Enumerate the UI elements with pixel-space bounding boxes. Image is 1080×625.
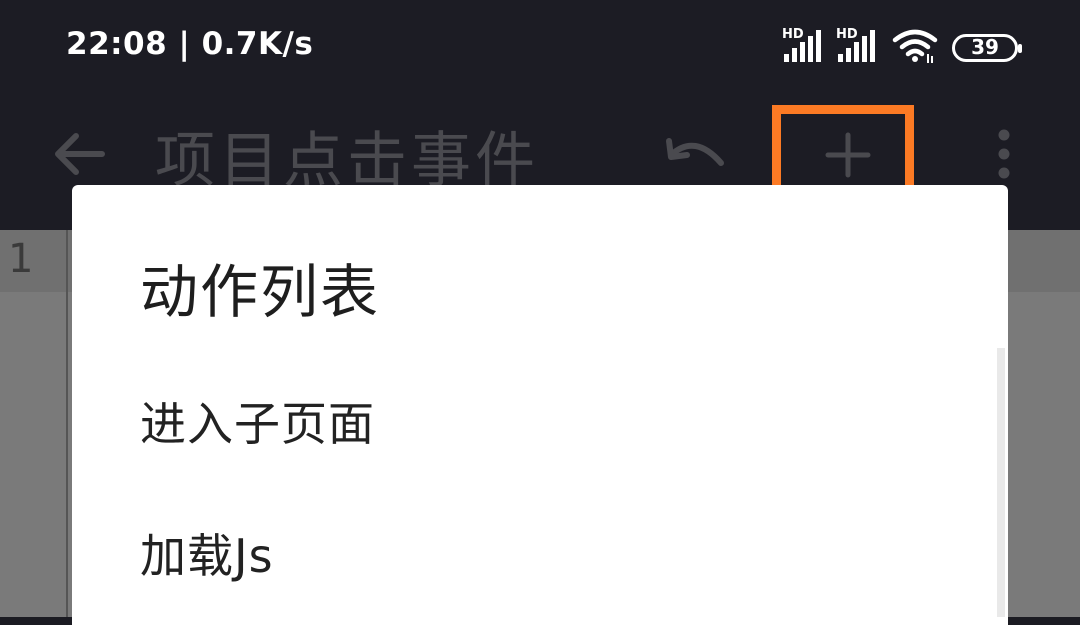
- menu-item-enter-subpage[interactable]: 进入子页面: [140, 388, 375, 454]
- battery-level: 39: [971, 35, 999, 59]
- plus-icon[interactable]: [818, 125, 878, 185]
- dialog-scrollbar[interactable]: [997, 348, 1005, 617]
- menu-item-load-js[interactable]: 加载Js: [140, 520, 274, 586]
- status-time-speed: 22:08 | 0.7K/s: [66, 26, 314, 62]
- back-arrow-icon[interactable]: [50, 130, 106, 178]
- status-bar: 22:08 | 0.7K/s HD HD 39: [0, 0, 1080, 95]
- line-number: 1: [8, 236, 34, 282]
- signal-icon: HD: [782, 28, 826, 62]
- undo-icon[interactable]: [665, 133, 727, 175]
- wifi-icon: [892, 29, 938, 63]
- more-vert-icon[interactable]: [995, 128, 1013, 180]
- battery-icon: 39: [952, 34, 1022, 62]
- dialog-title: 动作列表: [140, 258, 381, 326]
- signal-icon: HD: [836, 28, 880, 62]
- action-list-dialog: 动作列表 进入子页面 加载Js: [72, 185, 1008, 625]
- gutter-divider: [66, 230, 68, 617]
